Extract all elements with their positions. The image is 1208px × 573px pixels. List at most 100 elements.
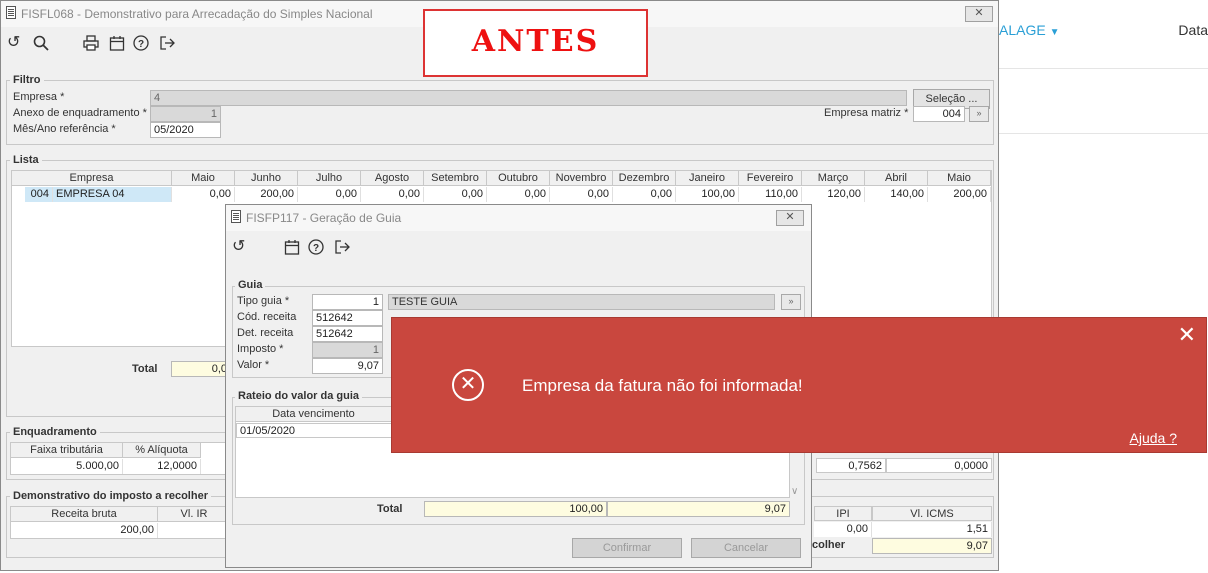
dialog-title: FISFP117 - Geração de Guia [246, 211, 402, 225]
col-month[interactable]: Maio [172, 171, 235, 186]
undo-icon[interactable]: ↺ [7, 35, 20, 51]
help-link[interactable]: Ajuda ? [1130, 430, 1177, 446]
cancelar-button[interactable]: Cancelar [691, 538, 801, 558]
divider [999, 68, 1208, 69]
col-month[interactable]: Julho [298, 171, 361, 186]
row-value[interactable]: 0,00 [172, 187, 235, 202]
row-value[interactable]: 140,00 [865, 187, 928, 202]
lookup-button[interactable]: » [969, 106, 989, 122]
row-code[interactable]: 004 [25, 187, 53, 202]
close-icon: ✕ [974, 7, 984, 19]
empresa-label: Empresa * [13, 91, 65, 103]
row-value[interactable]: 0,00 [298, 187, 361, 202]
dialog-titlebar: FISFP117 - Geração de Guia ✕ [226, 205, 811, 231]
rateio-title: Rateio do valor da guia [235, 390, 363, 402]
dialog-close-button[interactable]: ✕ [776, 210, 804, 226]
lista-total-label: Total [132, 363, 158, 375]
error-message: Empresa da fatura não foi informada! [522, 376, 803, 395]
ipi-value[interactable]: 0,00 [814, 522, 872, 537]
col-empresa[interactable]: Empresa [12, 171, 172, 186]
lista-total-field: 0,0 [171, 361, 231, 377]
col-faixa[interactable]: Faixa tributária [11, 443, 123, 458]
exit-icon[interactable] [334, 239, 350, 259]
row-value[interactable]: 200,00 [928, 187, 991, 202]
search-icon[interactable] [33, 35, 49, 55]
cod-receita-field[interactable]: 512642 [312, 310, 383, 326]
calendar-icon[interactable] [284, 239, 300, 259]
main-close-button[interactable]: ✕ [965, 6, 993, 22]
col-month[interactable]: Novembro [550, 171, 613, 186]
divider [999, 133, 1208, 134]
lookup-icon: » [788, 296, 794, 306]
col-month[interactable]: Maio [928, 171, 991, 186]
background-data-link[interactable]: Data [1178, 22, 1208, 38]
receita-value[interactable]: 200,00 [11, 523, 158, 538]
row-value[interactable]: 0,00 [424, 187, 487, 202]
col-month[interactable]: Janeiro [676, 171, 739, 186]
background-menu[interactable]: ALAGE ▼ [999, 22, 1060, 38]
col-month[interactable]: Março [802, 171, 865, 186]
recolher-field: 9,07 [872, 538, 992, 554]
calendar-icon[interactable] [109, 35, 125, 55]
empresa-field[interactable]: 4 [150, 90, 907, 106]
col-icms[interactable]: Vl. ICMS [872, 506, 992, 521]
row-value[interactable]: 0,00 [487, 187, 550, 202]
row-value[interactable]: 100,00 [676, 187, 739, 202]
det-receita-field[interactable]: 512642 [312, 326, 383, 342]
faixa-value[interactable]: 5.000,00 [11, 459, 123, 474]
svg-text:?: ? [313, 243, 319, 254]
row-value[interactable]: 0,00 [550, 187, 613, 202]
row-value[interactable]: 200,00 [235, 187, 298, 202]
tipo-guia-lookup[interactable]: » [781, 294, 801, 310]
col-month[interactable]: Outubro [487, 171, 550, 186]
col-month[interactable]: Agosto [361, 171, 424, 186]
row-name[interactable]: EMPRESA 04 [53, 187, 172, 202]
col-month[interactable]: Setembro [424, 171, 487, 186]
col-aliquota[interactable]: % Alíquota [123, 443, 201, 458]
icms-value[interactable]: 1,51 [872, 522, 992, 537]
caret-down-icon: ▼ [1049, 27, 1060, 38]
demonstrativo-title: Demonstrativo do imposto a recolher [10, 490, 211, 502]
exit-icon[interactable] [159, 35, 175, 55]
aliquota-value[interactable]: 12,0000 [123, 459, 201, 474]
row-value[interactable]: 120,00 [802, 187, 865, 202]
enquadramento-value[interactable]: 0,7562 [816, 458, 886, 473]
recolher-label: colher [812, 539, 846, 551]
col-ipi[interactable]: IPI [814, 506, 872, 521]
anexo-label: Anexo de enquadramento * [13, 107, 147, 119]
row-value[interactable]: 110,00 [739, 187, 802, 202]
row-value[interactable]: 0,00 [361, 187, 424, 202]
help-icon[interactable]: ? [308, 239, 324, 259]
imposto-field[interactable]: 1 [312, 342, 383, 358]
col-data-vencimento[interactable]: Data vencimento [236, 407, 392, 422]
enquadramento-title: Enquadramento [10, 426, 100, 438]
col-month[interactable]: Abril [865, 171, 928, 186]
col-month[interactable]: Fevereiro [739, 171, 802, 186]
enquadramento-value[interactable]: 0,0000 [886, 458, 992, 473]
tipo-guia-field[interactable]: 1 [312, 294, 383, 310]
rateio-total-val: 9,07 [607, 501, 790, 517]
row-value[interactable]: 0,00 [613, 187, 676, 202]
confirmar-button[interactable]: Confirmar [572, 538, 682, 558]
undo-icon[interactable]: ↺ [232, 239, 245, 255]
col-receita[interactable]: Receita bruta [11, 507, 158, 522]
toast-close-icon[interactable]: ✕ [1178, 322, 1196, 348]
chevron-down-icon[interactable]: ∨ [791, 486, 798, 497]
anexo-field[interactable]: 1 [150, 106, 221, 122]
help-icon[interactable]: ? [133, 35, 149, 55]
lista-title: Lista [10, 154, 42, 166]
col-vl-ir[interactable]: Vl. IR [158, 507, 231, 522]
print-icon[interactable] [83, 35, 99, 55]
col-month[interactable]: Junho [235, 171, 298, 186]
svg-text:?: ? [138, 39, 144, 50]
document-icon [6, 6, 16, 19]
empresa-matriz-field[interactable]: 004 [913, 106, 965, 122]
filtro-title: Filtro [10, 74, 44, 86]
valor-label: Valor * [237, 359, 270, 371]
det-receita-label: Det. receita [237, 327, 294, 339]
rateio-date[interactable]: 01/05/2020 [236, 423, 392, 438]
col-month[interactable]: Dezembro [613, 171, 676, 186]
tipo-guia-desc: TESTE GUIA [388, 294, 775, 310]
mes-ano-field[interactable]: 05/2020 [150, 122, 221, 138]
valor-field[interactable]: 9,07 [312, 358, 383, 374]
